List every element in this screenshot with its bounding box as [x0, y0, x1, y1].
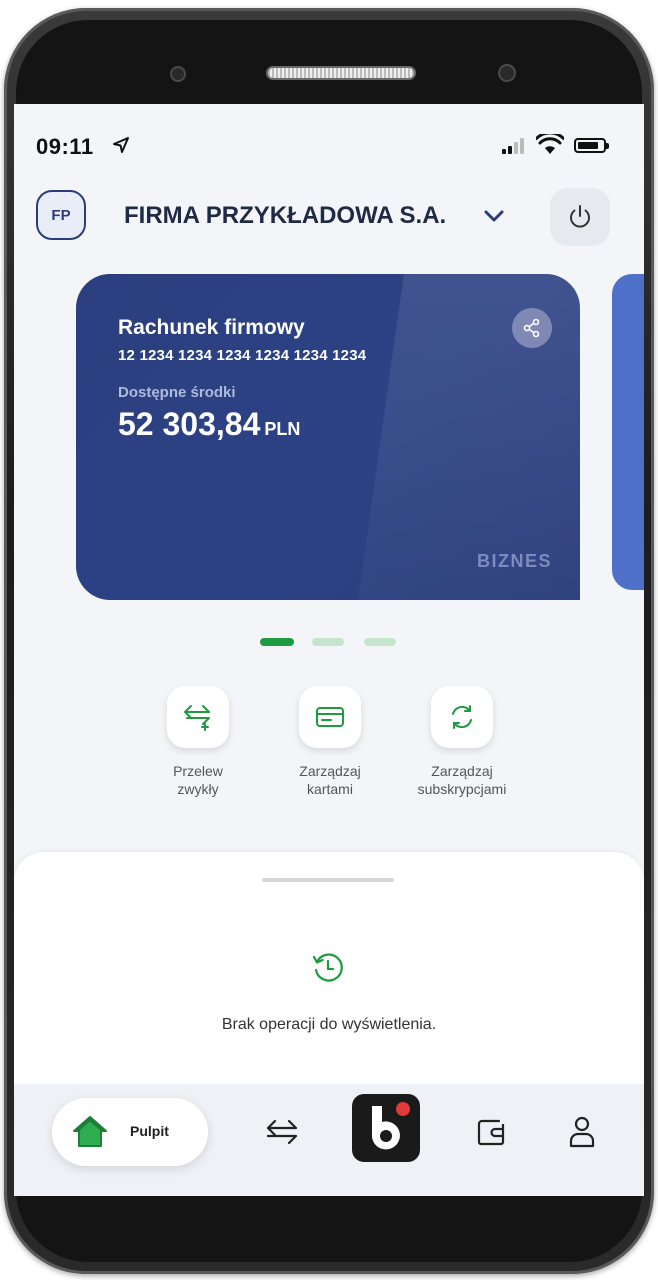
company-avatar[interactable]: FP: [36, 190, 86, 240]
action-transfer[interactable]: Przelew zwykły: [128, 686, 268, 798]
empty-operations-message: Brak operacji do wyświetlenia.: [221, 1016, 437, 1033]
front-camera: [498, 64, 516, 82]
bottom-navigation: Pulpit: [14, 1084, 644, 1196]
nav-home-label: Pulpit: [130, 1123, 169, 1139]
carousel-dot-active[interactable]: [260, 638, 294, 646]
status-bar: 09:11: [14, 104, 644, 174]
blik-icon: [371, 1106, 400, 1150]
label-line: Zarządzaj: [431, 763, 493, 779]
chevron-down-icon[interactable]: [480, 202, 508, 230]
carousel-dot[interactable]: [364, 638, 396, 646]
transfer-button[interactable]: [167, 686, 229, 748]
available-funds-label: Dostępne środki: [118, 384, 236, 401]
account-balance: 52 303,84 PLN: [118, 406, 300, 443]
logout-button[interactable]: [550, 188, 610, 246]
label-line: subskrypcjami: [417, 781, 507, 797]
next-account-card[interactable]: [612, 274, 644, 590]
header: FP FIRMA PRZYKŁADOWA S.A.: [14, 182, 644, 252]
card-type-tag: BIZNES: [476, 551, 552, 571]
action-manage-subscriptions-label: Zarządzaj subskrypcjami: [392, 762, 532, 798]
label-line: Zarządzaj: [299, 763, 361, 779]
action-manage-cards[interactable]: Zarządzaj kartami: [260, 686, 400, 798]
refresh-icon: [452, 705, 472, 729]
account-card[interactable]: Rachunek firmowy 12 1234 1234 1234 1234 …: [76, 274, 580, 600]
nav-transfers[interactable]: [252, 1100, 312, 1164]
nav-wallet[interactable]: [462, 1100, 522, 1164]
transfers-icon: [266, 1119, 298, 1145]
action-manage-subscriptions[interactable]: Zarządzaj subskrypcjami: [392, 686, 532, 798]
history-icon: [312, 953, 343, 982]
wallet-icon: [477, 1119, 505, 1146]
quick-actions: Przelew zwykły Zarządzaj kartami Zarządz…: [14, 686, 644, 826]
label-line: zwykły: [177, 781, 219, 797]
action-manage-cards-label: Zarządzaj kartami: [260, 762, 400, 798]
battery-icon: [574, 138, 609, 153]
speaker-grille: [266, 66, 416, 80]
power-icon: [570, 205, 590, 228]
transfer-plus-icon: [184, 705, 210, 731]
signal-icon: [502, 138, 524, 154]
status-time: 09:11: [36, 134, 94, 159]
label-line: kartami: [307, 781, 353, 797]
carousel-dot[interactable]: [312, 638, 344, 646]
balance-amount: 52 303,84: [118, 406, 261, 442]
manage-cards-button[interactable]: [299, 686, 361, 748]
blik-red-dot: [396, 1102, 410, 1116]
nav-blik[interactable]: [352, 1094, 420, 1162]
nav-profile[interactable]: [552, 1100, 612, 1164]
manage-subscriptions-button[interactable]: [431, 686, 493, 748]
account-name: Rachunek firmowy: [118, 316, 305, 339]
profile-icon: [569, 1116, 595, 1148]
home-icon: [73, 1116, 107, 1147]
account-number: 12 1234 1234 1234 1234 1234 1234: [118, 347, 367, 364]
app-screen: 09:11 FP FIRMA PRZYKŁADOWA S.A. Rachunek…: [14, 104, 644, 1196]
sheet-drag-handle[interactable]: [262, 878, 394, 882]
action-transfer-label: Przelew zwykły: [128, 762, 268, 798]
share-icon: [523, 318, 540, 338]
card-icon: [316, 707, 344, 727]
label-line: Przelew: [173, 763, 223, 779]
sensor-dot: [170, 66, 186, 82]
nav-home[interactable]: Pulpit: [52, 1098, 208, 1166]
share-button[interactable]: [512, 308, 552, 348]
company-name[interactable]: FIRMA PRZYKŁADOWA S.A.: [124, 202, 446, 230]
wifi-icon: [536, 134, 564, 154]
balance-currency: PLN: [264, 419, 301, 439]
location-arrow-icon: [113, 137, 129, 153]
